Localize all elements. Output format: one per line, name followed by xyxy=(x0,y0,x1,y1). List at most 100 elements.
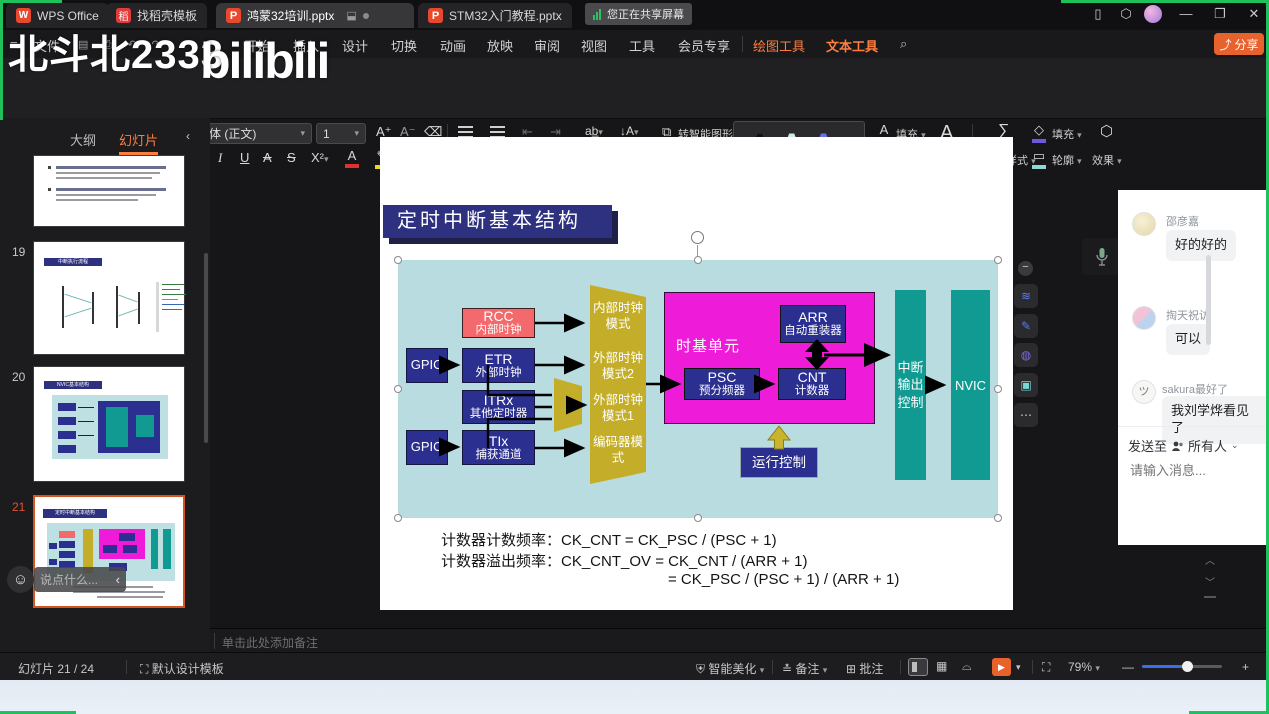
outline-tab[interactable]: 大纲 xyxy=(70,130,96,149)
menu-transition[interactable]: 切换 xyxy=(391,36,417,55)
selection-handle[interactable] xyxy=(994,256,1002,264)
sidebar-scrollbar[interactable] xyxy=(204,253,208,443)
share-button[interactable]: ⤴ 分享 xyxy=(1214,33,1264,55)
zoom-slider-handle[interactable] xyxy=(1182,661,1193,672)
tab-stm32-pptx[interactable]: P STM32入门教程.pptx xyxy=(418,3,572,28)
shape-fill-icon[interactable]: ◇ xyxy=(1032,122,1046,143)
shape-outline-label[interactable]: 轮廓 ▾ xyxy=(1052,152,1082,168)
slide-canvas[interactable]: 定时中断基本结构 RCC内部时钟 GPIO ETR外部时钟 ITRx其他定时器 … xyxy=(380,137,1013,610)
shape-effects-icon[interactable]: ⬡ xyxy=(1100,122,1113,140)
monitor-icon: ⬓ xyxy=(346,9,356,22)
cube-icon[interactable]: ⬡ xyxy=(1116,6,1136,22)
selection-handle[interactable] xyxy=(994,385,1002,393)
font-color-icon[interactable]: A xyxy=(345,148,359,168)
scroll-down-icon[interactable]: ﹀ xyxy=(1205,574,1215,589)
danmaku-input[interactable]: 说点什么... ‹ xyxy=(34,567,126,592)
menu-animation[interactable]: 动画 xyxy=(440,36,466,55)
bullet-list-icon[interactable] xyxy=(458,126,473,137)
selection-handle[interactable] xyxy=(694,256,702,264)
selection-handle[interactable] xyxy=(694,514,702,522)
notes-button[interactable]: ≛ 备注 ▾ xyxy=(782,660,827,677)
shape-effects-label[interactable]: 效果 ▾ xyxy=(1092,152,1122,168)
slides-tab[interactable]: 幻灯片 xyxy=(119,130,158,155)
text-direction-icon[interactable]: ↓A▾ xyxy=(620,124,639,138)
slide-thumbnail-20[interactable]: NVIC基本结构 xyxy=(33,366,185,482)
menu-design[interactable]: 设计 xyxy=(342,36,368,55)
play-slideshow-button[interactable]: ▶ xyxy=(992,658,1011,676)
strikethrough-icon[interactable]: A xyxy=(263,150,272,165)
smart-beautify-button[interactable]: ⛨ 智能美化 ▾ xyxy=(696,660,764,677)
chat-input[interactable] xyxy=(1128,462,1260,479)
scroll-up-icon[interactable]: ︿ xyxy=(1205,552,1215,567)
minimize-button[interactable]: — xyxy=(1176,6,1196,21)
superscript-icon[interactable]: X²▾ xyxy=(311,150,329,165)
shape-outline-icon[interactable]: ▭ xyxy=(1032,148,1046,169)
notes-placeholder[interactable]: 单击此处添加备注 xyxy=(222,634,318,651)
italic-icon[interactable]: I xyxy=(218,150,222,166)
menu-divider xyxy=(742,36,743,52)
reading-view-button[interactable]: ⌓ xyxy=(962,659,972,674)
tab-hongmeng-pptx[interactable]: P 鸿蒙32培训.pptx ⬓ xyxy=(216,3,414,28)
menu-member[interactable]: 会员专享 xyxy=(678,36,730,55)
play-options-chevron[interactable]: ▾ xyxy=(1016,662,1021,673)
frame-icon[interactable]: ▣ xyxy=(1014,373,1038,397)
send-to-selector[interactable]: 发送至 所有人 ⌄ xyxy=(1128,436,1239,455)
chat-avatar[interactable] xyxy=(1132,212,1156,236)
comments-button[interactable]: ⊞ 批注 xyxy=(846,660,883,677)
chat-avatar[interactable]: ツ xyxy=(1132,380,1156,404)
screen: W WPS Office 稻 找稻壳模板 P 鸿蒙32培训.pptx ⬓ P S… xyxy=(0,0,1269,714)
status-divider xyxy=(772,660,773,674)
zoom-slider-track[interactable] xyxy=(1142,665,1222,668)
chat-message: 好的好的 xyxy=(1166,230,1236,261)
selection-handle[interactable] xyxy=(394,385,402,393)
selection-handle[interactable] xyxy=(994,514,1002,522)
chat-scrollbar[interactable] xyxy=(1206,255,1211,345)
zoom-in-button[interactable]: + xyxy=(1242,660,1249,674)
share-frame-top-right xyxy=(1061,0,1269,3)
scrollbar-handle[interactable] xyxy=(1204,596,1216,598)
share-button-label: 分享 xyxy=(1235,36,1259,53)
brush-icon[interactable]: ✎ xyxy=(1014,314,1038,338)
collapse-toolbar-icon[interactable]: − xyxy=(1018,261,1033,276)
notes-bar[interactable]: 单击此处添加备注 xyxy=(210,628,1269,653)
template-selector[interactable]: ⛶ 默认设计模板 xyxy=(140,660,224,677)
search-icon[interactable]: ⌕ xyxy=(900,36,907,52)
underline-icon[interactable]: U xyxy=(240,150,249,165)
danmaku-collapse-icon[interactable]: ‹ xyxy=(116,572,120,587)
thumbnail-title: NVIC基本结构 xyxy=(44,381,102,389)
selection-handle[interactable] xyxy=(394,514,402,522)
chat-avatar[interactable] xyxy=(1132,306,1156,330)
slide-sorter-view-button[interactable]: ▦ xyxy=(936,659,947,673)
numbered-list-icon[interactable] xyxy=(490,126,505,137)
layers-icon[interactable]: ≋ xyxy=(1014,284,1038,308)
slide-thumbnail-18[interactable] xyxy=(33,155,185,227)
font-size-combo[interactable]: 1▾ xyxy=(316,123,366,144)
normal-view-button[interactable] xyxy=(908,658,928,676)
fill-bucket-icon[interactable]: ◍ xyxy=(1014,343,1038,367)
fit-window-button[interactable]: ⛶ xyxy=(1042,660,1050,675)
char-scale-icon[interactable]: ab̲▾ xyxy=(585,124,603,138)
menu-review[interactable]: 审阅 xyxy=(534,36,560,55)
restore-button[interactable]: ❐ xyxy=(1210,6,1230,22)
microphone-panel[interactable] xyxy=(1082,238,1122,275)
streamer-watermark: 北斗北2333 xyxy=(8,22,224,80)
collapse-panel-icon[interactable]: ‹ xyxy=(186,129,190,143)
zoom-out-button[interactable]: — xyxy=(1122,660,1134,674)
windows-taskbar: ☁ 1 -5°C 雾 ⚙ W xyxy=(0,680,1269,714)
status-bar: 幻灯片 21 / 24 ⛶ 默认设计模板 ⛨ 智能美化 ▾ ≛ 备注 ▾ ⊞ 批… xyxy=(0,652,1269,681)
close-button[interactable]: ✕ xyxy=(1244,6,1264,22)
shape-fill-label[interactable]: 填充 ▾ xyxy=(1052,126,1082,142)
shadow-icon[interactable]: S xyxy=(287,150,296,165)
zoom-level[interactable]: 79% ▾ xyxy=(1068,660,1100,674)
danmaku-placeholder: 说点什么... xyxy=(40,571,98,588)
user-avatar[interactable] xyxy=(1144,5,1162,23)
selection-handle[interactable] xyxy=(394,256,402,264)
device-icon[interactable]: ▯ xyxy=(1088,6,1108,22)
slide-thumbnail-19[interactable]: 中断执行流程 xyxy=(33,241,185,355)
menu-tools[interactable]: 工具 xyxy=(629,36,655,55)
menu-slideshow[interactable]: 放映 xyxy=(487,36,513,55)
danmaku-emoji-button[interactable]: ☺ xyxy=(7,566,34,593)
more-tools-icon[interactable]: ⋯ xyxy=(1014,403,1038,427)
menu-view[interactable]: 视图 xyxy=(581,36,607,55)
menu-draw-tools[interactable]: 绘图工具 xyxy=(753,36,805,55)
